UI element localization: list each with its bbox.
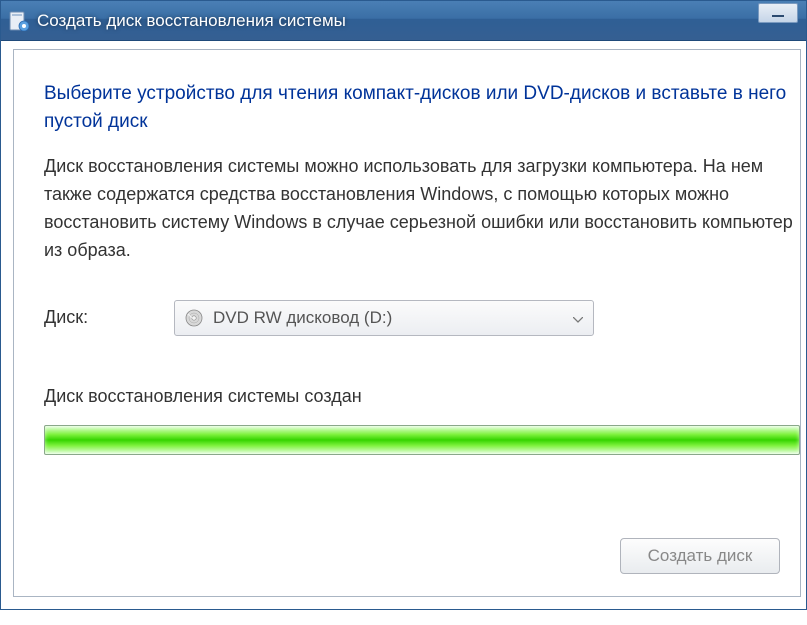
drive-select[interactable]: DVD RW дисковод (D:) xyxy=(174,300,594,336)
create-disc-button[interactable]: Создать диск xyxy=(620,538,780,574)
titlebar[interactable]: Создать диск восстановления системы xyxy=(1,1,806,41)
description-text: Диск восстановления системы можно исполь… xyxy=(44,153,800,265)
status-text: Диск восстановления системы создан xyxy=(44,386,800,407)
disc-app-icon xyxy=(9,11,29,31)
minimize-button[interactable] xyxy=(758,3,798,23)
chevron-down-icon xyxy=(573,308,583,328)
minimize-icon xyxy=(772,15,784,17)
recovery-disc-window: Создать диск восстановления системы Выбе… xyxy=(0,0,807,610)
disc-icon xyxy=(185,309,203,327)
drive-selected-value: DVD RW дисковод (D:) xyxy=(213,308,392,328)
instruction-heading: Выберите устройство для чтения компакт-д… xyxy=(44,80,800,135)
button-row: Создать диск xyxy=(620,538,780,574)
progress-bar xyxy=(44,425,800,455)
window-title: Создать диск восстановления системы xyxy=(37,11,798,31)
drive-field-row: Диск: DVD RW дисковод (D:) xyxy=(44,300,800,336)
drive-label: Диск: xyxy=(44,307,174,328)
client-area: Выберите устройство для чтения компакт-д… xyxy=(13,49,801,597)
